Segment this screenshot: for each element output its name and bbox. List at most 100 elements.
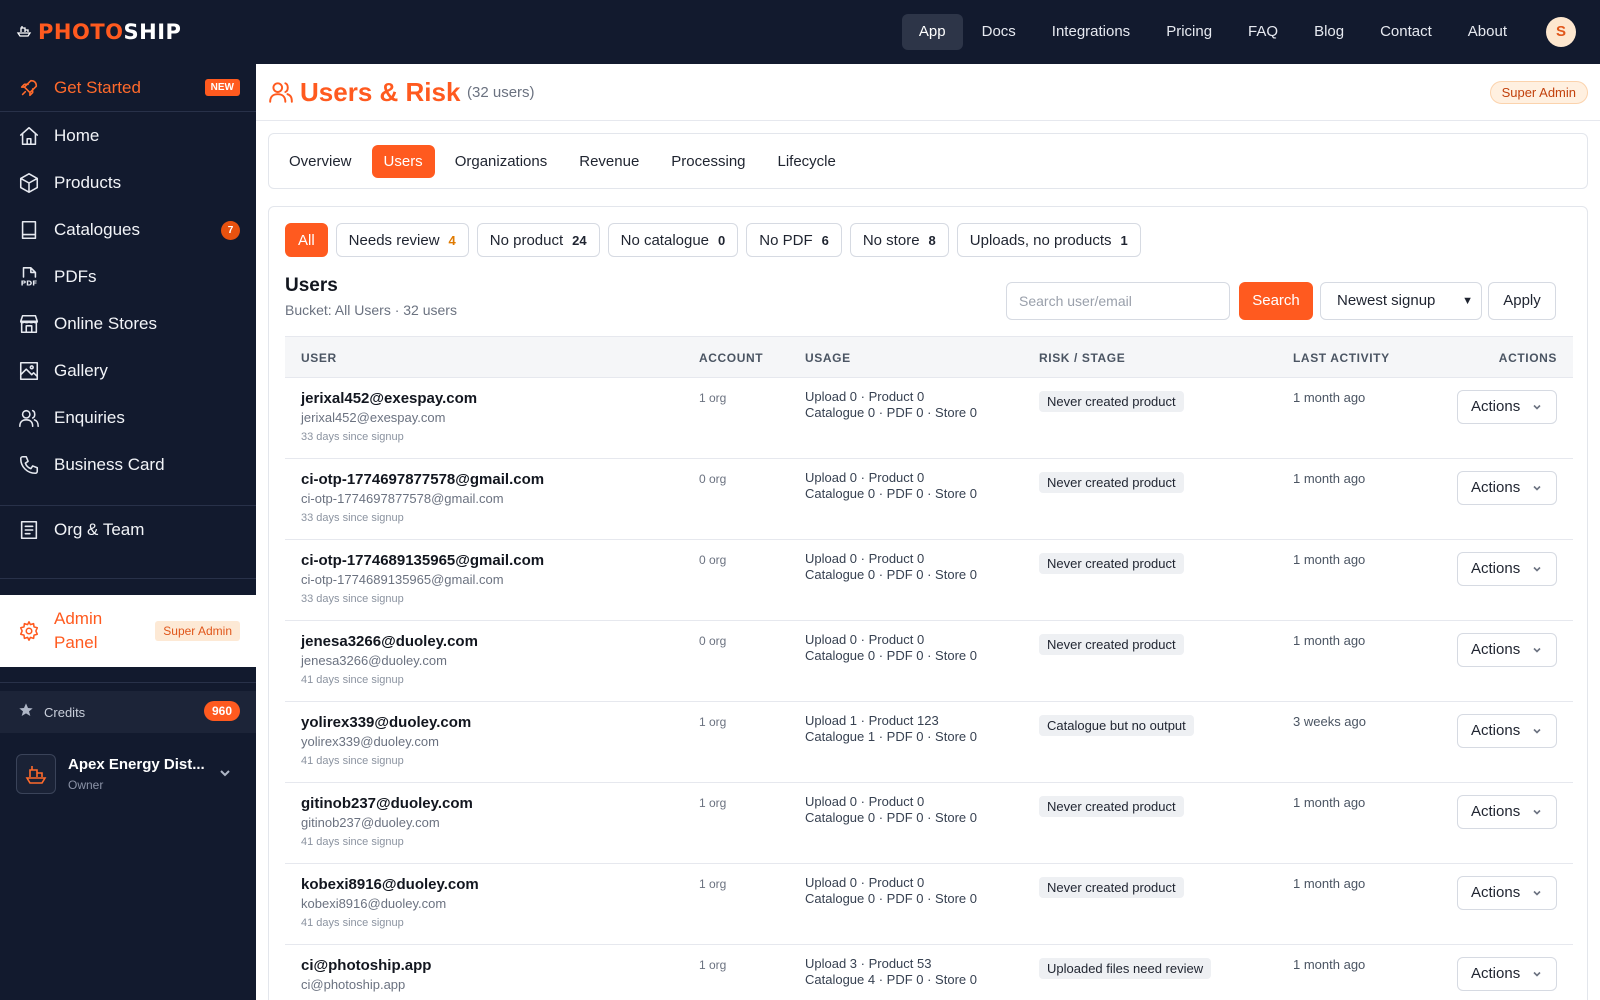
chip-label: All: [298, 231, 315, 249]
account-cell: 1 org: [699, 715, 727, 729]
tab-processing[interactable]: Processing: [659, 145, 757, 178]
user-email[interactable]: ci-otp-1774689135965@gmail.com: [301, 552, 544, 569]
sidebar-item-admin-panel[interactable]: Admin Panel Super Admin: [0, 595, 256, 667]
user-avatar[interactable]: S: [1546, 17, 1576, 47]
signup-age: 41 days since signup: [301, 836, 404, 848]
user-email[interactable]: gitinob237@duoley.com: [301, 795, 473, 812]
search-input[interactable]: [1006, 282, 1230, 320]
topnav-app[interactable]: App: [901, 14, 963, 50]
actions-label: Actions: [1471, 884, 1521, 901]
divider: [0, 682, 256, 683]
user-count: (32 users): [467, 84, 535, 101]
column-risk: RISK / STAGE: [1039, 351, 1126, 365]
usage-line-1: Upload 0 · Product 0: [805, 875, 925, 890]
signup-age: 41 days since signup: [301, 674, 404, 686]
ship-icon: [16, 22, 32, 43]
sidebar-item-label: Business Card: [54, 455, 165, 474]
sort-select[interactable]: Newest signup ▼: [1320, 282, 1482, 320]
risk-badge: Uploaded files need review: [1039, 958, 1212, 979]
user-email[interactable]: jenesa3266@duoley.com: [301, 633, 478, 650]
sidebar-item-label: Catalogues: [54, 220, 141, 239]
last-activity-cell: 1 month ago: [1293, 390, 1366, 405]
actions-button[interactable]: Actions: [1457, 471, 1557, 505]
usage-cell: Upload 0 · Product 0 Catalogue 0 · PDF 0 …: [805, 389, 977, 421]
users-card: All Needs review 4 No product 24 No catalo…: [268, 206, 1588, 1000]
actions-button[interactable]: Actions: [1457, 957, 1557, 991]
signup-age: 33 days since signup: [301, 593, 404, 605]
actions-label: Actions: [1471, 560, 1521, 577]
filter-chip-no-catalogue[interactable]: No catalogue 0: [607, 223, 739, 257]
topnav-faq[interactable]: FAQ: [1231, 14, 1295, 50]
sidebar-item-enquiries[interactable]: Enquiries: [0, 394, 256, 442]
actions-button[interactable]: Actions: [1457, 552, 1557, 586]
sidebar-item-gallery[interactable]: Gallery: [0, 347, 256, 395]
sidebar-item-get-started[interactable]: Get Started NEW: [0, 64, 256, 112]
usage-line-2: Catalogue 0 · PDF 0 · Store 0: [805, 891, 977, 906]
credits-label: Credits: [44, 704, 86, 720]
document-icon: [18, 519, 40, 541]
usage-line-2: Catalogue 0 · PDF 0 · Store 0: [805, 486, 977, 501]
sidebar-item-label: Home: [54, 126, 100, 145]
image-icon: [18, 360, 40, 382]
apply-button[interactable]: Apply: [1488, 282, 1556, 320]
org-role: Owner: [68, 778, 104, 792]
topnav-integrations[interactable]: Integrations: [1035, 14, 1147, 50]
risk-cell: Uploaded files need review: [1039, 958, 1212, 979]
usage-line-2: Catalogue 0 · PDF 0 · Store 0: [805, 810, 977, 825]
tab-users[interactable]: Users: [371, 144, 435, 178]
chip-label: No catalogue: [620, 231, 710, 249]
user-email[interactable]: jerixal452@exespay.com: [301, 390, 477, 407]
sidebar-item-products[interactable]: Products: [0, 159, 256, 207]
filter-chip-no-store[interactable]: No store 8: [849, 223, 949, 257]
sidebar-item-pdfs[interactable]: PDF PDFs: [0, 253, 256, 301]
actions-button[interactable]: Actions: [1457, 714, 1557, 748]
org-switcher[interactable]: Apex Energy Dist... Owner: [16, 752, 242, 796]
svg-text:PDF: PDF: [21, 278, 37, 287]
usage-cell: Upload 1 · Product 123 Catalogue 1 · PDF …: [805, 713, 977, 745]
box-icon: [18, 172, 40, 194]
user-email[interactable]: kobexi8916@duoley.com: [301, 876, 479, 893]
chevron-down-icon[interactable]: [218, 766, 232, 783]
tab-lifecycle[interactable]: Lifecycle: [766, 145, 848, 178]
chip-count: 4: [448, 232, 456, 248]
usage-cell: Upload 0 · Product 0 Catalogue 0 · PDF 0 …: [805, 632, 977, 664]
filter-chip-uploads-no-products[interactable]: Uploads, no products 1: [956, 223, 1141, 257]
filter-chip-needs-review[interactable]: Needs review 4: [335, 223, 469, 257]
sidebar-item-catalogues[interactable]: Catalogues 7: [0, 206, 256, 254]
sidebar-item-home[interactable]: Home: [0, 112, 256, 160]
risk-cell: Never created product: [1039, 796, 1184, 817]
actions-button[interactable]: Actions: [1457, 390, 1557, 424]
sidebar-item-business-card[interactable]: Business Card: [0, 441, 256, 489]
book-icon: [18, 219, 40, 241]
filter-chip-all[interactable]: All: [285, 223, 328, 257]
user-email[interactable]: ci-otp-1774697877578@gmail.com: [301, 471, 544, 488]
actions-button[interactable]: Actions: [1457, 795, 1557, 829]
usage-cell: Upload 0 · Product 0 Catalogue 0 · PDF 0 …: [805, 551, 977, 583]
sidebar-item-online-stores[interactable]: Online Stores: [0, 300, 256, 348]
risk-badge: Never created product: [1039, 877, 1184, 898]
account-cell: 1 org: [699, 796, 727, 810]
tab-organizations[interactable]: Organizations: [443, 145, 560, 178]
phone-icon: [18, 454, 40, 476]
usage-line-2: Catalogue 0 · PDF 0 · Store 0: [805, 648, 977, 663]
user-email[interactable]: yolirex339@duoley.com: [301, 714, 471, 731]
topnav-about[interactable]: About: [1451, 14, 1524, 50]
topnav-contact[interactable]: Contact: [1363, 14, 1449, 50]
tab-revenue[interactable]: Revenue: [567, 145, 651, 178]
filter-chip-no-product[interactable]: No product 24: [476, 223, 600, 257]
search-button[interactable]: Search: [1239, 282, 1313, 320]
page-header: Users & Risk (32 users) Super Admin: [256, 64, 1600, 121]
actions-button[interactable]: Actions: [1457, 876, 1557, 910]
sidebar-item-org-team[interactable]: Org & Team: [0, 506, 256, 554]
topnav-docs[interactable]: Docs: [965, 14, 1033, 50]
user-email[interactable]: ci@photoship.app: [301, 957, 431, 974]
user-cell: kobexi8916@duoley.com kobexi8916@duoley.c…: [301, 876, 479, 929]
topnav-blog[interactable]: Blog: [1297, 14, 1361, 50]
filter-chip-no-pdf[interactable]: No PDF 6: [746, 223, 842, 257]
tab-overview[interactable]: Overview: [277, 145, 364, 178]
topnav-pricing[interactable]: Pricing: [1149, 14, 1229, 50]
brand-logo[interactable]: PHOTOSHIP: [16, 20, 181, 44]
sidebar-item-label: Gallery: [54, 361, 108, 380]
actions-button[interactable]: Actions: [1457, 633, 1557, 667]
risk-badge: Never created product: [1039, 634, 1184, 655]
